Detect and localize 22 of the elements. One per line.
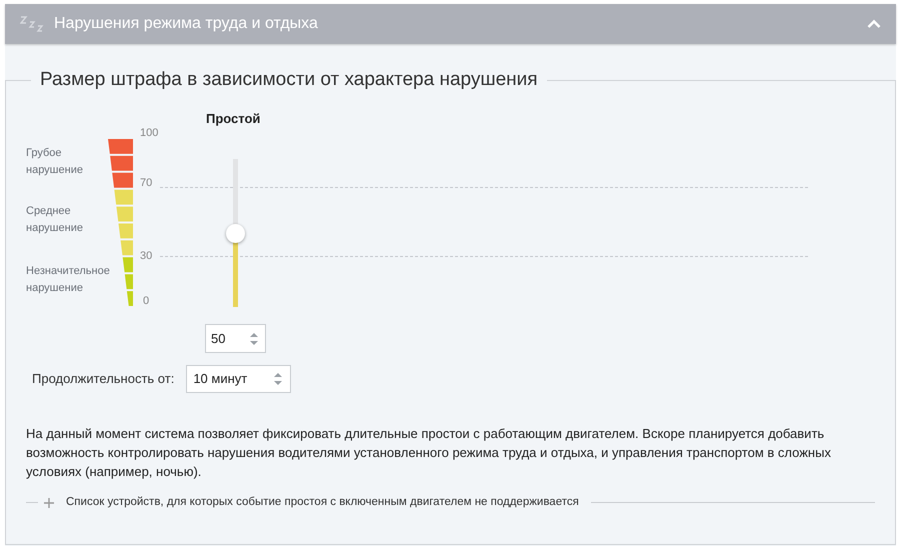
- fine-field[interactable]: 50: [205, 324, 266, 353]
- severity-label: Грубое нарушение: [26, 146, 84, 178]
- sleep-icon: [20, 15, 44, 33]
- severity-label: Среднее нарушение: [26, 204, 84, 236]
- chevron-up-icon[interactable]: [867, 19, 881, 29]
- plus-icon[interactable]: [44, 498, 54, 508]
- info-text: На данный момент система позволяет фиксировать длительные простои с работающим двигателем. Вскоре планируется добавить возможность контролировать нарушения водителями установленного режима труда и отдыха, и управления транспортом в сложных условиях (например, ночью).: [26, 425, 832, 481]
- group-title: Размер штрафа в зависимости от характера нарушения: [31, 68, 547, 92]
- severity-label: Незначительное нарушение: [26, 264, 111, 296]
- spinner-icon[interactable]: [274, 372, 282, 386]
- section-title: Нарушения режима труда и отдыха: [54, 14, 318, 34]
- slider-handle[interactable]: [226, 224, 245, 243]
- duration-label: Продолжительность от:: [32, 370, 174, 388]
- spinner-icon[interactable]: [250, 332, 258, 346]
- scale-tick: 0: [143, 294, 150, 309]
- duration-field[interactable]: 10 минут: [186, 365, 292, 393]
- scale-tick: 100: [140, 126, 158, 141]
- scale-tick: 30: [140, 249, 152, 264]
- slider-track[interactable]: [226, 159, 245, 307]
- scale-tick: 70: [140, 176, 152, 191]
- device-list-link[interactable]: Список устройств, для которых событие простоя с включенным двигателем не поддерживается: [66, 494, 579, 512]
- slider-title: Простой: [206, 110, 260, 128]
